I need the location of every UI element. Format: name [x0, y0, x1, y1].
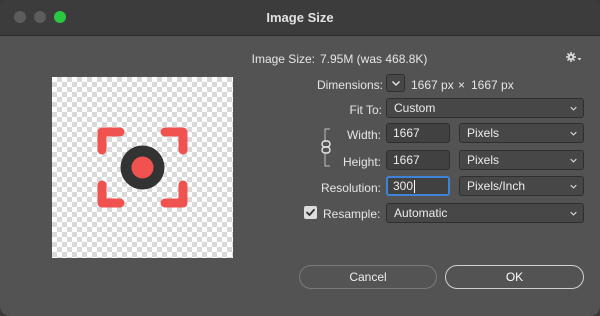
cancel-button[interactable]: Cancel: [299, 265, 437, 289]
resample-select[interactable]: Automatic: [386, 203, 584, 223]
resolution-unit-value: Pixels/Inch: [467, 179, 526, 193]
fit-to-select[interactable]: Custom: [386, 98, 584, 118]
resolution-label: Resolution:: [320, 181, 381, 195]
chain-link-icon[interactable]: [321, 128, 335, 167]
fit-to-label: Fit To:: [349, 103, 382, 117]
title-bar: Image Size: [0, 0, 600, 36]
image-preview: [52, 77, 233, 258]
chevron-down-icon: [570, 184, 577, 189]
text-cursor: [414, 180, 416, 194]
dimensions-label: Dimensions:: [316, 78, 383, 92]
dimensions-width: 1667 px: [411, 78, 454, 92]
resample-value: Automatic: [394, 206, 448, 220]
image-size-dialog: Image Size Image Size: 7.95M (was 468.8K…: [0, 0, 600, 316]
dimensions-separator: ×: [458, 78, 466, 92]
image-size-value: 7.95M (was 468.8K): [320, 52, 428, 66]
camera-focus-target-icon: [97, 127, 188, 208]
resolution-value: 300: [393, 179, 414, 193]
resample-checkbox[interactable]: [304, 206, 317, 219]
chevron-down-icon: [570, 106, 577, 111]
resolution-unit-select[interactable]: Pixels/Inch: [459, 176, 584, 196]
height-unit-value: Pixels: [467, 153, 500, 167]
chevron-down-icon: [570, 131, 577, 136]
resample-label: Resample:: [323, 207, 381, 221]
image-size-label: Image Size:: [251, 52, 315, 66]
height-unit-select[interactable]: Pixels: [459, 150, 584, 170]
dimensions-height: 1667 px: [471, 78, 514, 92]
width-input[interactable]: 1667: [386, 123, 450, 143]
fit-to-value: Custom: [394, 101, 436, 115]
width-unit-select[interactable]: Pixels: [459, 123, 584, 143]
dialog-title: Image Size: [266, 10, 334, 25]
dimensions-unit-select[interactable]: [386, 74, 405, 92]
chevron-down-icon: [570, 211, 577, 216]
chevron-down-icon: [570, 158, 577, 163]
chevron-down-icon: [391, 80, 401, 87]
resolution-input[interactable]: 300: [386, 176, 450, 196]
height-input[interactable]: 1667: [386, 150, 450, 170]
width-label: Width:: [346, 128, 381, 142]
width-unit-value: Pixels: [467, 126, 500, 140]
checkmark-icon: [306, 208, 315, 216]
height-label: Height:: [342, 155, 381, 169]
ok-button[interactable]: OK: [445, 265, 584, 289]
gear-icon[interactable]: [566, 51, 582, 63]
